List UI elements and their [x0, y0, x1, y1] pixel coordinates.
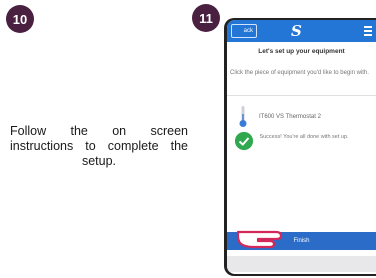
device-name: IT600 VS Thermostat 2: [259, 114, 321, 120]
setup-instruction: Follow the on screen instructions to com…: [10, 124, 188, 168]
screen-description: Click the piece of equipment you'd like …: [230, 70, 369, 76]
thermometer-icon: [239, 106, 247, 127]
secondary-button[interactable]: [227, 256, 376, 272]
app-bar: ack S: [227, 20, 376, 42]
step-10-badge: 10: [6, 5, 34, 33]
success-check-icon: [235, 132, 253, 150]
pointing-hand-icon: [236, 230, 283, 249]
menu-icon[interactable]: [364, 26, 372, 38]
back-button[interactable]: ack: [231, 24, 257, 38]
success-message: Success! You're all done with set up.: [259, 134, 349, 140]
step-11-badge: 11: [192, 4, 220, 32]
device-list-item[interactable]: IT600 VS Thermostat 2 Success! You're al…: [227, 96, 376, 166]
screen-title: Let's set up your equipment: [258, 48, 345, 55]
app-logo: S: [291, 22, 302, 40]
